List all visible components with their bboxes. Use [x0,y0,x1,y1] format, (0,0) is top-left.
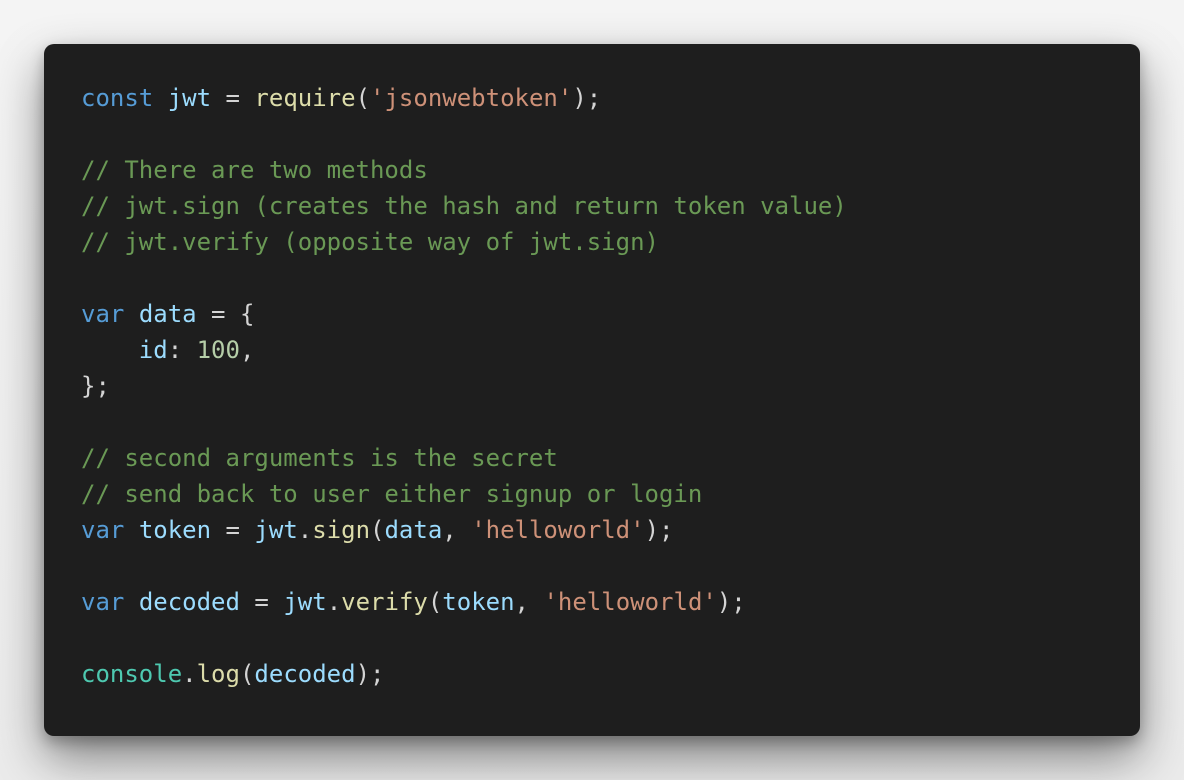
code-token-comment: // There are two methods [81,156,428,184]
code-token-punct: ( [427,588,443,616]
code-token-punct: = [239,588,284,616]
code-token-number: 100 [196,336,240,364]
code-token-punct [124,516,138,544]
code-line: var decoded = jwt.verify(token, 'hellowo… [81,584,1140,620]
code-token-punct: ( [239,660,255,688]
code-token-func: require [254,84,356,112]
code-token-punct: , [514,588,544,616]
code-token-punct: , [442,516,472,544]
code-token-punct: . [297,516,313,544]
code-line: // jwt.verify (opposite way of jwt.sign) [81,224,1140,260]
code-token-keyword: var [81,588,125,616]
code-token-punct: ( [370,516,385,544]
code-line: var data = { [81,296,1140,332]
code-line: ​ [81,620,1140,656]
code-token-comment: // jwt.verify (opposite way of jwt.sign) [81,228,659,256]
code-token-punct: = { [196,300,255,328]
code-token-punct: = [211,84,255,112]
code-line: var token = jwt.sign(data, 'helloworld')… [81,512,1140,548]
code-token-func: sign [312,516,371,544]
code-token-punct [124,588,138,616]
code-token-comment: // send back to user either signup or lo… [81,480,703,508]
code-token-var: data [384,516,443,544]
code-token-var: token [138,516,212,544]
code-token-class: console [81,660,183,688]
code-token-keyword: var [81,300,125,328]
code-token-punct: ); [716,588,746,616]
code-line: ​ [81,548,1140,584]
code-token-var: token [442,588,515,616]
code-line: }; [81,368,1140,404]
code-token-string: 'jsonwebtoken' [370,84,573,112]
code-token-var: jwt [283,588,327,616]
code-token-comment: // second arguments is the secret [81,444,558,472]
code-token-var: decoded [138,588,240,616]
code-token-punct: , [239,336,255,364]
code-token-keyword: const [81,84,154,112]
code-line: ​ [81,116,1140,152]
code-token-punct: . [326,588,342,616]
code-line: console.log(decoded); [81,656,1140,692]
code-token-punct: ); [355,660,385,688]
code-token-var: jwt [167,84,212,112]
code-token-punct: ( [355,84,371,112]
code-token-var: jwt [254,516,298,544]
code-token-func: log [196,660,240,688]
code-token-comment: // jwt.sign (creates the hash and return… [81,192,847,220]
code-token-string: 'helloworld' [471,516,645,544]
code-line: // jwt.sign (creates the hash and return… [81,188,1140,224]
code-token-var: data [138,300,197,328]
code-token-punct: ); [644,516,674,544]
code-token-punct [153,84,167,112]
code-window: const jwt = require('jsonwebtoken');​// … [44,44,1140,736]
code-token-punct: : [167,336,197,364]
code-line: const jwt = require('jsonwebtoken'); [81,80,1140,116]
code-token-punct [81,336,139,364]
code-line: // send back to user either signup or lo… [81,476,1140,512]
code-editor: const jwt = require('jsonwebtoken');​// … [81,80,1140,692]
code-token-string: 'helloworld' [543,588,717,616]
code-line: // second arguments is the secret [81,440,1140,476]
code-line: ​ [81,404,1140,440]
code-token-punct: . [182,660,197,688]
code-line: id: 100, [81,332,1140,368]
code-token-func: verify [341,588,428,616]
code-token-var: decoded [254,660,356,688]
code-token-var: id [138,336,168,364]
code-token-punct: ); [572,84,602,112]
code-token-punct: }; [81,372,110,400]
code-token-punct: = [211,516,255,544]
code-token-keyword: var [81,516,125,544]
code-token-punct [124,300,138,328]
code-line: // There are two methods [81,152,1140,188]
code-line: ​ [81,260,1140,296]
